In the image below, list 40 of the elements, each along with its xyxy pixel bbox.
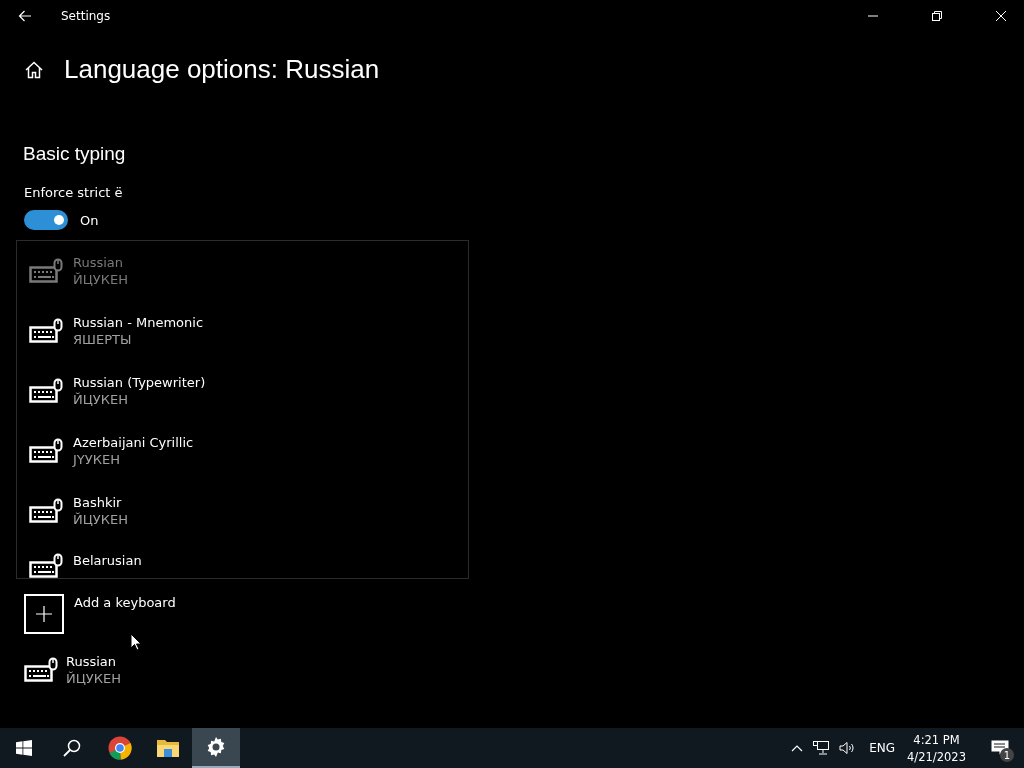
keyboard-icon [29, 258, 63, 284]
clock-time[interactable]: 4:21 PM [913, 732, 960, 747]
keyboard-option[interactable]: Belarusian [17, 541, 468, 578]
keyboard-option[interactable]: Azerbaijani Cyrillic ЈҮУКЕН [17, 421, 468, 481]
search-icon [63, 739, 81, 757]
browser-icon [108, 736, 132, 760]
keyboard-icon [29, 438, 63, 464]
network-icon[interactable] [813, 741, 830, 755]
plus-icon [36, 606, 52, 622]
section-heading: Basic typing [23, 143, 127, 165]
keyboard-icon [29, 378, 63, 404]
keyboard-icon [29, 498, 63, 524]
toggle-state: On [80, 212, 99, 228]
speaker-icon[interactable] [839, 741, 856, 755]
toggle-label: Enforce strict ё [24, 185, 124, 200]
keyboard-icon [24, 657, 58, 683]
clock-date[interactable]: 4/21/2023 [907, 749, 966, 764]
keyboard-icon [29, 553, 63, 578]
keyboard-option[interactable]: Russian (Typewriter) ЙЦУКЕН [17, 361, 468, 421]
taskbar-app[interactable] [192, 728, 240, 768]
keyboard-option[interactable]: Russian - Mnemonic ЯШЕРТЫ [17, 301, 468, 361]
windows-logo-icon [16, 740, 32, 756]
folder-icon [157, 739, 179, 757]
keyboard-icon [29, 318, 63, 344]
mouse-pointer-icon [130, 633, 142, 651]
restore-icon[interactable] [932, 11, 942, 21]
keyboard-option[interactable]: Bashkir ЙЦУКЕН [17, 481, 468, 541]
toggle-switch[interactable] [24, 210, 68, 230]
back-arrow-icon[interactable] [18, 10, 32, 22]
add-keyboard-label[interactable]: Add a keyboard [74, 595, 176, 610]
home-icon[interactable] [24, 59, 44, 80]
notification-count-badge: 1 [1000, 748, 1014, 762]
add-keyboard-button[interactable] [24, 594, 64, 634]
page-title: Language options: Russian [64, 54, 380, 85]
window-title: Settings [61, 9, 111, 23]
installed-keyboard-item[interactable]: Russian ЙЦУКЕН [24, 654, 1024, 686]
gear-icon [206, 737, 226, 757]
chevron-up-icon[interactable] [791, 744, 804, 752]
input-language-indicator[interactable]: ENG [869, 741, 896, 755]
close-icon[interactable] [996, 11, 1006, 21]
